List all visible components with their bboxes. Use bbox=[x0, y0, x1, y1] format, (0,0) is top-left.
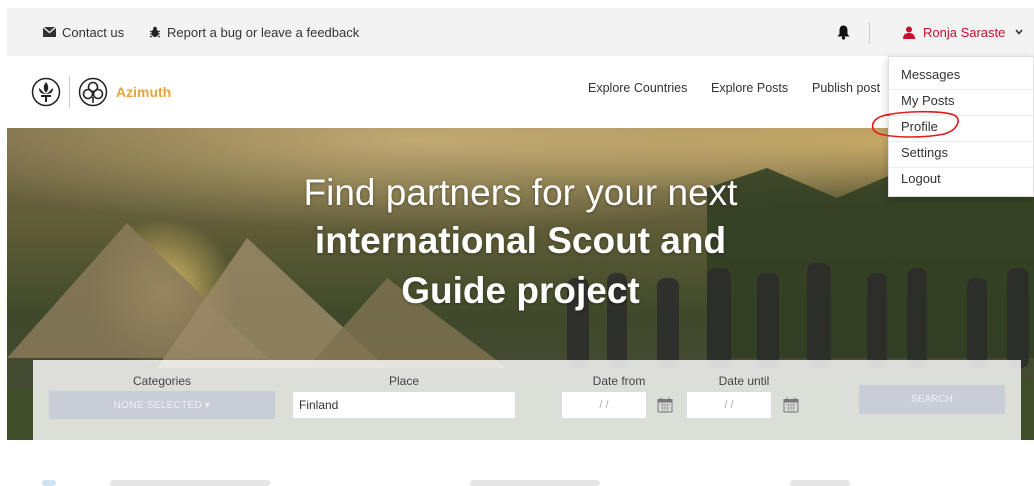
categories-select[interactable]: NONE SELECTED ▾ bbox=[49, 391, 275, 419]
envelope-icon bbox=[43, 27, 56, 37]
user-name: Ronja Saraste bbox=[923, 24, 1006, 40]
content-preview-text bbox=[110, 480, 270, 486]
scout-fleur-de-lis-icon bbox=[31, 77, 61, 107]
date-from-input[interactable]: / / bbox=[561, 391, 647, 419]
content-preview-icon bbox=[42, 480, 56, 486]
logo[interactable]: Azimuth bbox=[31, 76, 171, 108]
date-from-label: Date from bbox=[592, 374, 646, 388]
menu-item-messages[interactable]: Messages bbox=[901, 67, 960, 82]
hero-title-line-1: Find partners for your next bbox=[303, 172, 738, 213]
hero-title-line-3: Guide project bbox=[401, 270, 640, 311]
search-panel: Categories NONE SELECTED ▾ Place Date fr… bbox=[33, 360, 1021, 440]
date-from-calendar-icon[interactable] bbox=[657, 397, 673, 413]
nav-publish-post[interactable]: Publish post bbox=[812, 81, 880, 95]
place-label: Place bbox=[388, 374, 420, 388]
topbar-divider bbox=[869, 22, 870, 44]
logo-divider bbox=[69, 76, 70, 108]
report-bug-link[interactable]: Report a bug or leave a feedback bbox=[149, 8, 359, 56]
menu-item-logout[interactable]: Logout bbox=[901, 171, 941, 186]
categories-label: Categories bbox=[132, 374, 192, 388]
hero-title-line-2: international Scout and bbox=[314, 220, 727, 261]
nav-explore-posts[interactable]: Explore Posts bbox=[711, 81, 788, 95]
date-until-calendar-icon[interactable] bbox=[783, 397, 799, 413]
menu-item-my-posts[interactable]: My Posts bbox=[901, 93, 954, 108]
menu-divider bbox=[889, 167, 1033, 168]
menu-item-profile[interactable]: Profile bbox=[901, 119, 938, 134]
user-menu-toggle[interactable]: Ronja Saraste bbox=[903, 8, 1023, 56]
main-navbar: Azimuth Explore Countries Explore Posts … bbox=[7, 56, 1034, 128]
notifications-button[interactable] bbox=[837, 8, 856, 56]
brand-name: Azimuth bbox=[116, 84, 172, 100]
bug-icon bbox=[149, 26, 161, 38]
date-until-label: Date until bbox=[718, 374, 770, 388]
user-dropdown-menu: Messages My Posts Profile Settings Logou… bbox=[888, 56, 1034, 197]
menu-divider bbox=[889, 89, 1033, 90]
place-input[interactable] bbox=[292, 391, 516, 419]
contact-us-link[interactable]: Contact us bbox=[43, 8, 124, 56]
content-preview-text bbox=[470, 480, 600, 486]
date-until-input[interactable]: / / bbox=[686, 391, 772, 419]
report-bug-label: Report a bug or leave a feedback bbox=[167, 24, 360, 40]
page-content-preview bbox=[30, 478, 1020, 486]
content-preview-text bbox=[790, 480, 850, 486]
user-icon bbox=[903, 26, 915, 39]
top-bar: Contact us Report a bug or leave a feedb… bbox=[7, 8, 1034, 56]
guide-trefoil-icon bbox=[78, 77, 108, 107]
contact-us-label: Contact us bbox=[62, 24, 125, 40]
nav-explore-countries[interactable]: Explore Countries bbox=[588, 81, 687, 95]
menu-divider bbox=[889, 141, 1033, 142]
chevron-down-icon bbox=[1015, 29, 1023, 35]
menu-item-settings[interactable]: Settings bbox=[901, 145, 948, 160]
menu-divider bbox=[889, 115, 1033, 116]
bell-icon bbox=[837, 25, 850, 40]
search-button[interactable]: SEARCH bbox=[859, 385, 1005, 414]
